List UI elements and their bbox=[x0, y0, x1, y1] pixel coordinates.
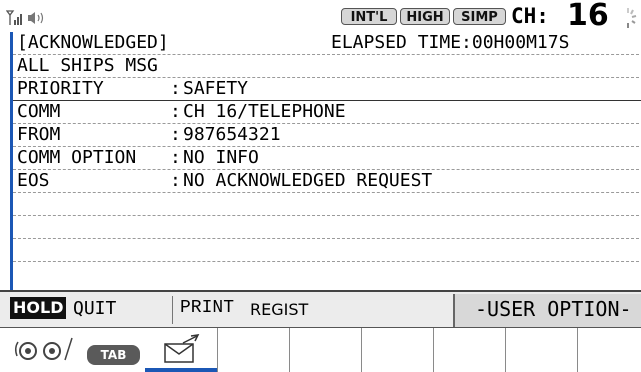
empty-row bbox=[13, 262, 641, 284]
field-value: NO ACKNOWLEDGED REQUEST bbox=[183, 170, 433, 191]
tab-divider bbox=[217, 328, 218, 372]
tab-divider bbox=[505, 328, 506, 372]
print-softkey[interactable]: PRINT bbox=[180, 298, 234, 318]
field-key: COMM OPTION bbox=[17, 147, 137, 168]
softkey-bar: HOLD QUIT PRINT REGIST -USER OPTION- bbox=[0, 290, 641, 329]
rotary-knob-icon bbox=[14, 337, 73, 361]
field-key: PRIORITY bbox=[17, 78, 104, 99]
field-row-priority: PRIORITY : SAFETY bbox=[13, 78, 641, 101]
elapsed-time: ELAPSED TIME:00H00M17S bbox=[331, 32, 570, 53]
message-title-row: ALL SHIPS MSG bbox=[13, 55, 641, 78]
high-power-badge: HIGH bbox=[400, 8, 450, 25]
field-value: CH 16/TELEPHONE bbox=[183, 101, 346, 122]
field-value: NO INFO bbox=[183, 147, 259, 168]
message-title: ALL SHIPS MSG bbox=[17, 55, 158, 76]
field-value: SAFETY bbox=[183, 78, 249, 99]
field-colon: : bbox=[170, 78, 181, 99]
user-option-label: -USER OPTION- bbox=[475, 297, 632, 321]
speaker-icon bbox=[28, 12, 44, 24]
field-row-eos: EOS : NO ACKNOWLEDGED REQUEST bbox=[13, 170, 641, 193]
message-header-row: [ACKNOWLEDGED] ELAPSED TIME:00H00M17S bbox=[13, 32, 641, 55]
channel-label: CH: bbox=[511, 4, 549, 28]
field-colon: : bbox=[170, 170, 181, 191]
tab-divider bbox=[289, 328, 290, 372]
simplex-badge: SIMP bbox=[453, 8, 506, 25]
tab-strip: TAB bbox=[0, 327, 641, 372]
message-panel: [ACKNOWLEDGED] ELAPSED TIME:00H00M17S AL… bbox=[10, 32, 641, 290]
field-row-from: FROM : 987654321 bbox=[13, 124, 641, 147]
channel-number: 16 bbox=[567, 0, 609, 33]
quit-softkey[interactable]: QUIT bbox=[73, 298, 116, 319]
tab-button[interactable]: TAB bbox=[87, 345, 140, 365]
softkey-divider bbox=[172, 296, 173, 324]
field-key: FROM bbox=[17, 124, 61, 145]
signal-icon bbox=[6, 10, 22, 25]
regist-softkey[interactable]: REGIST bbox=[250, 300, 308, 319]
empty-row bbox=[13, 239, 641, 262]
intl-badge: INT'L bbox=[341, 8, 397, 25]
field-colon: : bbox=[170, 101, 181, 122]
field-row-comm: COMM : CH 16/TELEPHONE bbox=[13, 101, 641, 124]
tab-divider bbox=[577, 328, 578, 372]
empty-row bbox=[13, 193, 641, 216]
field-key: COMM bbox=[17, 101, 61, 122]
spinner-icon bbox=[627, 8, 637, 28]
tab-divider bbox=[433, 328, 434, 372]
tab-divider bbox=[361, 328, 362, 372]
field-colon: : bbox=[170, 124, 181, 145]
outgoing-mail-tab[interactable] bbox=[145, 328, 217, 372]
field-key: EOS bbox=[17, 170, 50, 191]
hold-softkey[interactable]: HOLD bbox=[10, 297, 67, 319]
empty-row bbox=[13, 216, 641, 239]
active-tab-indicator bbox=[145, 368, 217, 372]
outgoing-mail-icon bbox=[164, 334, 200, 363]
field-colon: : bbox=[170, 147, 181, 168]
field-value: 987654321 bbox=[183, 124, 281, 145]
field-row-comm-option: COMM OPTION : NO INFO bbox=[13, 147, 641, 170]
message-state: [ACKNOWLEDGED] bbox=[17, 32, 169, 53]
user-option-tab[interactable]: -USER OPTION- bbox=[453, 294, 641, 327]
